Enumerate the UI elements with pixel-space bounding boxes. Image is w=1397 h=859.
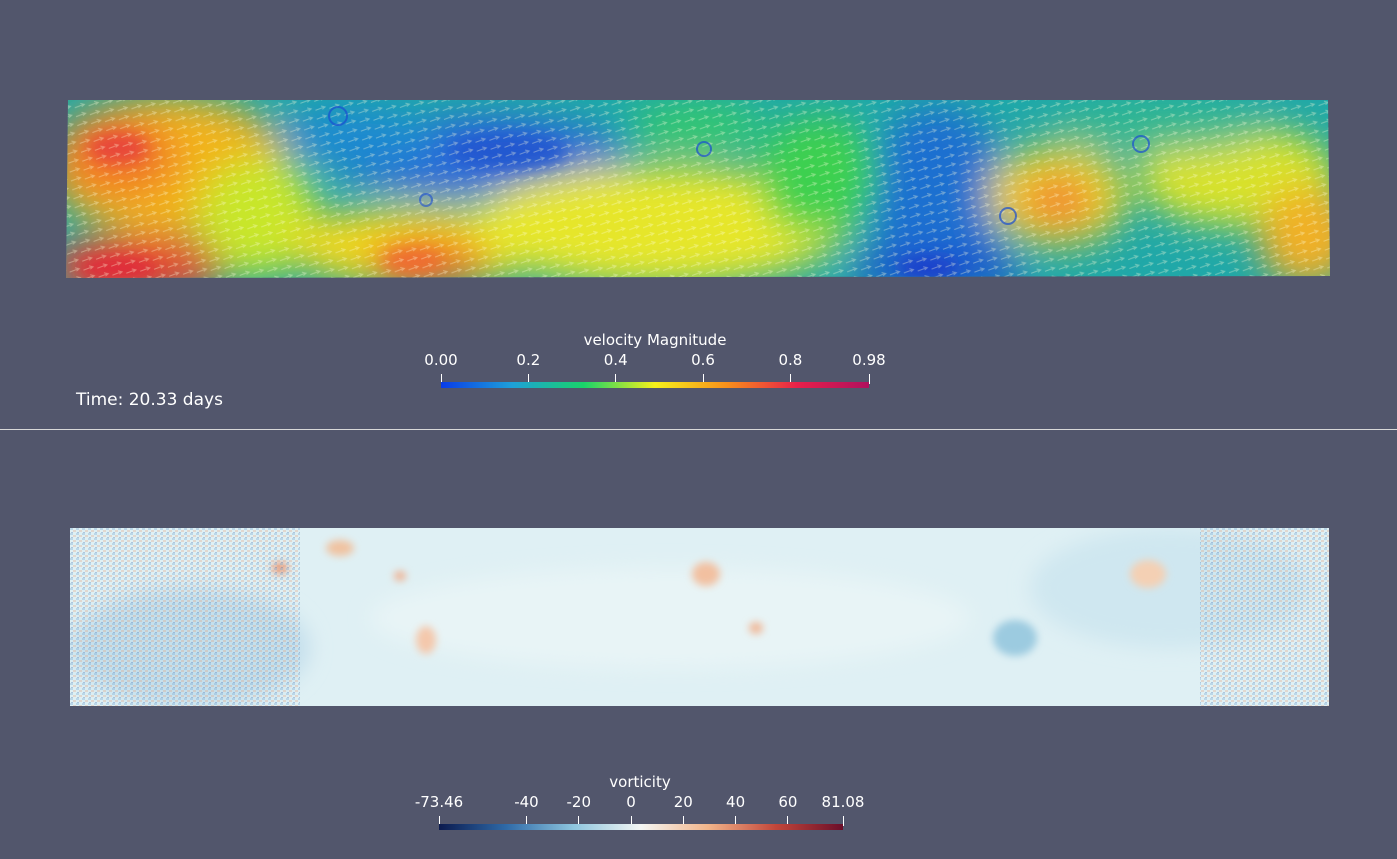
velocity-tick-label: 0.8 (778, 351, 803, 369)
vorticity-colorbar-title: vorticity (609, 773, 671, 791)
velocity-tick-label: 0.98 (852, 351, 886, 369)
vorticity-colorbar (439, 824, 843, 830)
vorticity-tick-label: -73.46 (414, 793, 464, 811)
vorticity-tick-label: -20 (566, 793, 592, 811)
vorticity-tick-label: 40 (726, 793, 746, 811)
velocity-colorbar (441, 382, 869, 388)
time-annotation: Time: 20.33 days (76, 390, 223, 410)
velocity-colorbar-title: velocity Magnitude (583, 331, 727, 349)
velocity-tick-label: 0.4 (603, 351, 628, 369)
vorticity-tick-label: -40 (514, 793, 539, 811)
velocity-tick-label: 0.00 (424, 351, 458, 369)
vorticity-tick-label: 60 (778, 793, 798, 811)
vorticity-render-view[interactable]: vorticity -73.46 -40 -20 0 20 40 60 81.08 (0, 430, 1397, 859)
vorticity-field[interactable] (70, 528, 1329, 706)
vorticity-tick-label: 20 (673, 793, 693, 811)
velocity-magnitude-field[interactable] (58, 96, 1340, 282)
velocity-tick-label: 0.6 (691, 351, 715, 369)
velocity-render-view[interactable]: velocity Magnitude 0.00 0.2 0.4 0.6 0.8 0.98 … (0, 0, 1397, 429)
vorticity-tick-label: 0 (626, 793, 636, 811)
vorticity-tick-label: 81.08 (821, 793, 865, 811)
velocity-tick-label: 0.2 (516, 351, 541, 369)
